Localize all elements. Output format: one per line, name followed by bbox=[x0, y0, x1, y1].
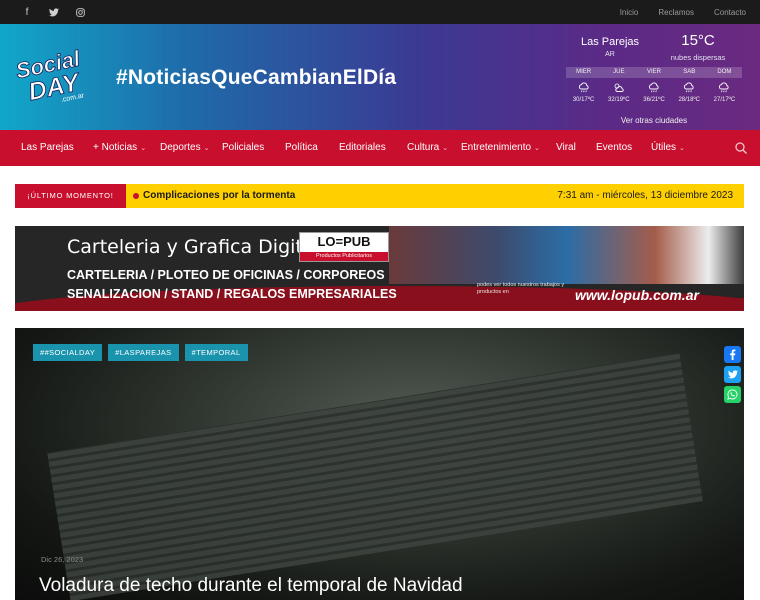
banner-services-2: SENALIZACION / STAND / REGALOS EMPRESARI… bbox=[67, 287, 397, 301]
top-bar: f Inicio Reclamos Contacto bbox=[0, 0, 760, 24]
nav-item-editoriales[interactable]: Editoriales bbox=[339, 130, 386, 166]
nav-label: Viral bbox=[556, 142, 576, 153]
chevron-down-icon: ⌄ bbox=[534, 145, 540, 152]
weather-days: MIER JUE VIER SAB DOM bbox=[566, 67, 742, 78]
weather-day: SAB bbox=[683, 69, 696, 75]
weather-widget: Las Parejas AR 15°C nubes dispersas MIER… bbox=[566, 30, 742, 128]
banner-logo-sub: Productos Publicitarios bbox=[300, 252, 388, 261]
banner-services-1: CARTELERIA / PLOTEO DE OFICINAS / CORPOR… bbox=[67, 268, 385, 282]
weather-day: VIER bbox=[647, 69, 662, 75]
article-date: Dic 26, 2023 bbox=[41, 555, 84, 564]
weather-city: Las Parejas bbox=[580, 36, 640, 48]
nav-item-utiles[interactable]: Útiles ⌄ bbox=[651, 130, 685, 166]
rain-cloud-icon bbox=[578, 82, 589, 93]
breaking-label: ¡ÚLTIMO MOMENTO! bbox=[15, 184, 126, 208]
tag-socialday[interactable]: ##SOCIALDAY bbox=[33, 344, 103, 361]
weather-temp-value: 15 bbox=[681, 32, 698, 49]
chevron-down-icon: ⌄ bbox=[140, 145, 147, 152]
forecast-cell: 30/17ºC bbox=[566, 82, 601, 108]
share-whatsapp-icon[interactable] bbox=[724, 386, 741, 403]
chevron-down-icon: ⌄ bbox=[679, 145, 685, 152]
weather-forecast: 30/17ºC 32/19ºC 36/21ºC 28/18ºC 27/17ºC bbox=[566, 82, 742, 108]
forecast-cell: 28/18ºC bbox=[672, 82, 707, 108]
breaking-news-bar: ¡ÚLTIMO MOMENTO! Complicaciones por la t… bbox=[15, 184, 744, 208]
forecast-range: 27/17ºC bbox=[713, 97, 736, 103]
forecast-range: 28/18ºC bbox=[678, 97, 700, 103]
weather-description: nubes dispersas bbox=[670, 53, 726, 62]
forecast-range: 36/21ºC bbox=[643, 97, 665, 103]
tag-temporal[interactable]: #TEMPORAL bbox=[184, 344, 248, 361]
top-link-reclamos[interactable]: Reclamos bbox=[658, 8, 694, 17]
forecast-range: 32/19ºC bbox=[608, 97, 630, 103]
main-nav: Las Parejas + Noticias ⌄ Deportes ⌄ Polici… bbox=[0, 130, 760, 166]
featured-article[interactable]: ##SOCIALDAY #LASPAREJAS #TEMPORAL Dic 26… bbox=[15, 328, 744, 600]
banner-logo-text: LO=PUB bbox=[317, 234, 371, 249]
rain-cloud-icon bbox=[684, 82, 694, 93]
partly-cloudy-icon bbox=[614, 83, 624, 92]
site-tagline: #NoticiasQueCambianElDía bbox=[116, 66, 397, 89]
nav-label: Policiales bbox=[222, 142, 265, 153]
chevron-down-icon: ⌄ bbox=[442, 145, 449, 152]
top-link-inicio[interactable]: Inicio bbox=[620, 8, 639, 17]
article-image bbox=[47, 352, 703, 600]
rain-cloud-icon bbox=[649, 82, 659, 93]
instagram-icon[interactable] bbox=[67, 0, 93, 24]
share-buttons bbox=[724, 346, 744, 403]
site-logo[interactable]: Social DAY .com.ar bbox=[12, 40, 107, 108]
nav-label: Eventos bbox=[596, 142, 633, 153]
share-facebook-icon[interactable] bbox=[724, 346, 741, 363]
article-title[interactable]: Voladura de techo durante el temporal de… bbox=[39, 575, 463, 597]
nav-item-politica[interactable]: Política bbox=[285, 130, 318, 166]
search-icon[interactable] bbox=[734, 141, 748, 155]
nav-item-noticias[interactable]: + Noticias ⌄ bbox=[93, 130, 146, 166]
nav-item-viral[interactable]: Viral bbox=[556, 130, 576, 166]
nav-item-policiales[interactable]: Policiales bbox=[222, 130, 264, 166]
nav-item-deportes[interactable]: Deportes ⌄ bbox=[160, 130, 209, 166]
twitter-icon[interactable] bbox=[41, 0, 67, 24]
top-link-contacto[interactable]: Contacto bbox=[714, 8, 746, 17]
weather-more-link[interactable]: Ver otras ciudades bbox=[566, 116, 742, 125]
breaking-headline[interactable]: Complicaciones por la tormenta bbox=[143, 184, 295, 208]
nav-label: Política bbox=[285, 142, 318, 153]
banner-url: www.lopub.com.ar bbox=[575, 287, 699, 303]
chevron-down-icon: ⌄ bbox=[203, 145, 210, 152]
article-tags: ##SOCIALDAY #LASPAREJAS #TEMPORAL bbox=[33, 344, 248, 361]
forecast-cell: 36/21ºC bbox=[636, 82, 671, 108]
forecast-cell: 32/19ºC bbox=[601, 82, 636, 108]
banner-cta: podes ver todos nuestros trabajos y prod… bbox=[477, 282, 565, 295]
breaking-dot-icon bbox=[133, 193, 139, 199]
ad-banner[interactable]: Carteleria y Grafica Digital LO=PUB Prod… bbox=[15, 226, 744, 311]
nav-label: Entretenimiento bbox=[461, 142, 532, 153]
nav-item-cultura[interactable]: Cultura ⌄ bbox=[407, 130, 448, 166]
rain-cloud-icon bbox=[719, 82, 729, 93]
forecast-range: 30/17ºC bbox=[572, 97, 595, 103]
weather-day: MIER bbox=[576, 69, 592, 75]
weather-country: AR bbox=[605, 51, 615, 58]
nav-item-entretenimiento[interactable]: Entretenimiento ⌄ bbox=[461, 130, 540, 166]
weather-day: JUE bbox=[613, 69, 625, 75]
share-twitter-icon[interactable] bbox=[724, 366, 741, 383]
forecast-cell: 27/17ºC bbox=[707, 82, 742, 108]
nav-item-eventos[interactable]: Eventos bbox=[596, 130, 632, 166]
nav-label: Útiles bbox=[651, 142, 677, 153]
banner-photos bbox=[389, 226, 744, 284]
nav-label: Editoriales bbox=[339, 142, 386, 153]
banner-logo: LO=PUB Productos Publicitarios bbox=[299, 232, 389, 262]
nav-item-las-parejas[interactable]: Las Parejas bbox=[21, 130, 74, 166]
nav-label: + Noticias bbox=[93, 142, 138, 153]
weather-temperature: 15°C bbox=[654, 32, 742, 49]
current-datetime: 7:31 am - miércoles, 13 diciembre 2023 bbox=[557, 190, 733, 201]
tag-lasparejas[interactable]: #LASPAREJAS bbox=[108, 344, 179, 361]
facebook-icon[interactable]: f bbox=[14, 0, 40, 24]
banner-title: Carteleria y Grafica Digital bbox=[67, 236, 320, 258]
nav-label: Deportes bbox=[160, 142, 201, 153]
weather-day: DOM bbox=[717, 69, 732, 75]
weather-temp-unit: °C bbox=[697, 32, 715, 49]
nav-label: Las Parejas bbox=[21, 142, 74, 153]
nav-label: Cultura bbox=[407, 142, 440, 153]
top-links: Inicio Reclamos Contacto bbox=[620, 0, 746, 24]
